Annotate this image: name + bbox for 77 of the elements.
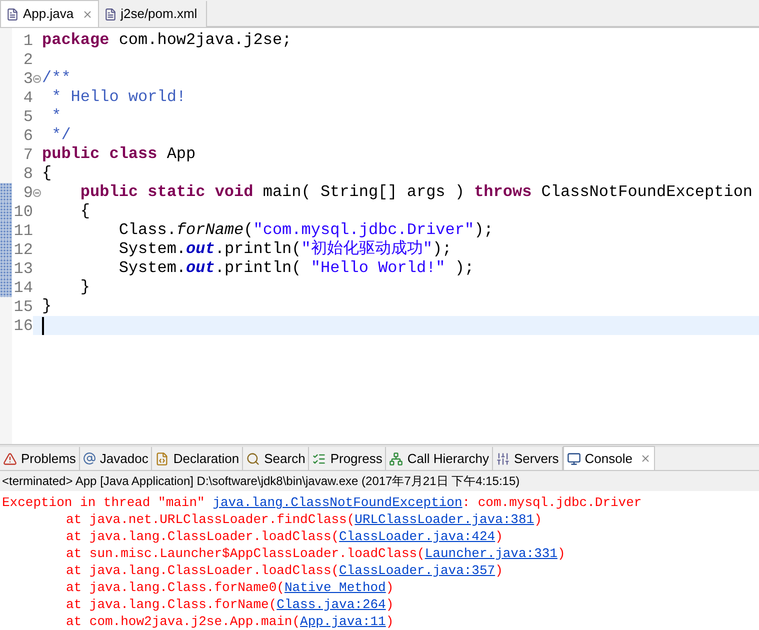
code-line: System.out.println("初始化驱动成功"); <box>118 240 452 259</box>
text-cursor <box>42 316 44 334</box>
code-line: System.out.println( "Hello World!" ); <box>118 259 474 278</box>
stack-trace-link[interactable]: App.java:11 <box>300 614 386 629</box>
change-marker <box>0 259 12 278</box>
servers-icon <box>496 452 510 466</box>
change-marker <box>0 202 12 221</box>
line-number: 11 <box>14 220 33 242</box>
line-number: 3 <box>23 68 33 90</box>
stack-trace-link[interactable]: URLClassLoader.java:381 <box>354 512 534 527</box>
line-number: 4 <box>23 88 33 108</box>
code-line: } <box>79 278 90 297</box>
stack-trace-link[interactable]: Native Method <box>284 580 386 595</box>
line-number: 9 <box>23 182 33 204</box>
code-line: { <box>79 202 90 221</box>
stack-trace-link[interactable]: java.lang.ClassNotFoundException <box>212 495 462 510</box>
collapse-icon[interactable] <box>33 188 41 196</box>
console-line: at sun.misc.Launcher$AppClassLoader.loadClass(Launcher.java:331) <box>65 545 566 562</box>
console-line: at java.net.URLClassLoader.findClass(URLClassLoader.java:381) <box>65 511 543 528</box>
monitor-icon <box>566 452 581 466</box>
line-number: 6 <box>23 126 33 146</box>
change-marker <box>0 221 12 240</box>
line-number: 2 <box>23 50 33 70</box>
change-marker <box>0 278 12 297</box>
panel-tab[interactable]: Declaration <box>152 447 244 470</box>
progress-icon <box>312 452 326 466</box>
close-icon[interactable] <box>82 8 93 20</box>
stack-trace-link[interactable]: ClassLoader.java:357 <box>339 563 496 578</box>
panel-tab[interactable]: Problems <box>0 447 80 470</box>
stack-trace-link[interactable]: ClassLoader.java:424 <box>339 529 496 544</box>
editor-tab[interactable]: j2se/pom.xml <box>98 1 208 27</box>
panel-tab[interactable]: Search <box>243 447 310 470</box>
code-line: */ <box>50 126 71 145</box>
stack-trace-link[interactable]: Class.java:264 <box>276 597 386 612</box>
line-number: 14 <box>14 278 33 298</box>
file-icon <box>104 8 117 20</box>
code-line: } <box>42 297 52 316</box>
console-header: <terminated> App [Java Application] D:\software\jdk8\bin\javaw.exe (2017年7月21日 下午4:15:15) <box>0 471 759 491</box>
line-number: 10 <box>14 202 33 222</box>
warning-icon <box>3 452 17 466</box>
search-icon <box>246 452 260 466</box>
hierarchy-icon <box>389 452 404 466</box>
panel-tab[interactable]: Call Hierarchy <box>386 447 493 470</box>
console-line: at java.lang.Class.forName0(Native Method) <box>65 579 395 596</box>
change-marker <box>0 240 12 259</box>
console-line: at java.lang.Class.forName(Class.java:264) <box>65 596 395 613</box>
line-number: 8 <box>23 164 33 184</box>
editor-tab[interactable]: App.java <box>0 0 99 27</box>
code-line: /** <box>42 69 71 88</box>
code-line: * Hello world! <box>50 88 186 107</box>
console-line: Exception in thread "main" java.lang.ClassNotFoundException: com.mysql.jdbc.Driver <box>1 494 643 511</box>
line-number: 12 <box>14 240 33 260</box>
change-marker <box>0 183 12 202</box>
line-number: 13 <box>14 258 33 280</box>
line-number: 7 <box>23 144 33 166</box>
file-icon <box>6 8 19 20</box>
collapse-icon[interactable] <box>33 74 41 82</box>
panel-tab[interactable]: Console <box>562 446 656 470</box>
close-icon[interactable] <box>640 453 652 464</box>
console-line: at com.how2java.j2se.App.main(App.java:11) <box>65 613 395 630</box>
console-line: at java.lang.ClassLoader.loadClass(ClassLoader.java:424) <box>65 528 504 545</box>
panel-tab[interactable]: Progress <box>309 447 386 470</box>
line-number: 15 <box>14 296 33 318</box>
code-line: * <box>50 107 62 126</box>
code-line: public static void main( String[] args ) throws ClassNotFoundException <box>79 183 753 202</box>
panel-tab[interactable]: Javadoc <box>80 447 152 470</box>
at-sign-icon <box>82 452 96 465</box>
document-icon <box>155 452 170 466</box>
code-line: public class App <box>42 145 196 164</box>
console-line: at java.lang.ClassLoader.loadClass(ClassLoader.java:357) <box>65 562 504 579</box>
line-number: 1 <box>23 30 33 52</box>
line-number: 5 <box>23 106 33 128</box>
code-line: { <box>42 164 52 183</box>
code-line: Class.forName("com.mysql.jdbc.Driver"); <box>118 221 494 240</box>
line-number: 16 <box>14 316 33 336</box>
code-line: package com.how2java.j2se; <box>42 31 292 50</box>
stack-trace-link[interactable]: Launcher.java:331 <box>424 546 558 561</box>
